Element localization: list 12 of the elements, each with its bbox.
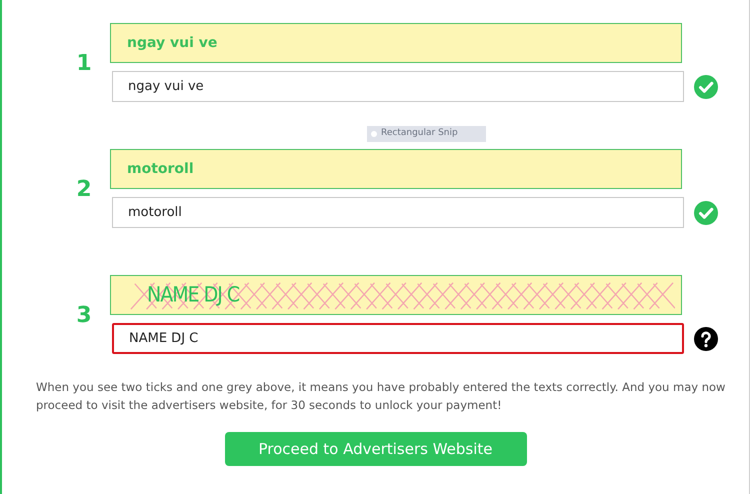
notice-text: When you see two ticks and one grey above, it means you have probably entered the texts correctly. And you may now proceed to visit the advertisers website, for 30 seconds to unlock your payment! [36,379,726,414]
captcha-number: 3 [75,302,93,330]
captcha-input[interactable]: NAME DJ C [112,323,684,354]
captcha-number: 1 [75,50,93,78]
dot-icon [371,131,377,137]
captcha-text: NAME DJ C [147,282,240,309]
captcha-number: 2 [75,176,93,204]
captcha-text: motoroll [127,160,194,178]
captcha-input[interactable]: ngay vui ve [112,71,684,102]
captcha-input[interactable]: motoroll [112,197,684,228]
snip-label: Rectangular Snip [381,127,458,140]
captcha-text: ngay vui ve [127,34,218,52]
